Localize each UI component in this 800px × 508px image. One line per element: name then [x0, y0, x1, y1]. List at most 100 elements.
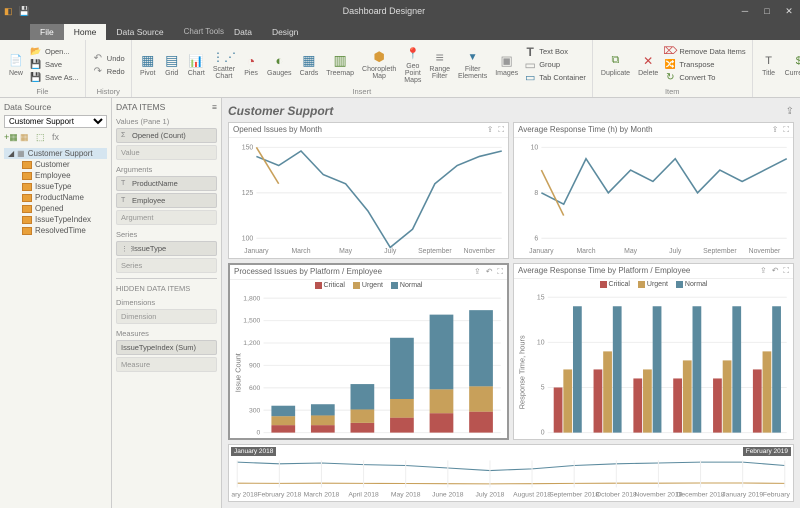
widget-maximize-icon[interactable]: ⛶ [783, 125, 789, 135]
delete-button[interactable]: Delete [636, 51, 660, 79]
insert-pivot-button[interactable]: Pivot [138, 51, 158, 79]
insert-images-button[interactable]: Images [493, 51, 520, 79]
range-end-badge[interactable]: February 2019 [743, 447, 791, 456]
measure-pill-label: IssueTypeIndex (Sum) [121, 343, 196, 352]
measure-placeholder-pill[interactable]: Measure [116, 357, 217, 372]
svg-text:Response Time, hours: Response Time, hours [517, 335, 526, 409]
widget-processed-issues[interactable]: Processed Issues by Platform / Employee⇪… [228, 263, 509, 441]
insert-tabcontainer-button[interactable]: Tab Container [524, 72, 586, 84]
value-placeholder-pill[interactable]: Value [116, 145, 217, 160]
undo-button[interactable]: Undo [92, 52, 125, 64]
tree-field[interactable]: Employee [4, 170, 107, 181]
argument-placeholder-pill[interactable]: Argument [116, 210, 217, 225]
tree-field[interactable]: ResolvedTime [4, 225, 107, 236]
saveas-button[interactable]: Save As... [30, 72, 79, 84]
qat-save-icon[interactable]: 💾 [19, 6, 30, 17]
tab-datasource[interactable]: Data Source [106, 24, 173, 40]
insert-range-button[interactable]: Range Filter [427, 47, 452, 82]
value-pill[interactable]: ΣOpened (Count) [116, 128, 217, 143]
tree-root[interactable]: ◢▦Customer Support [4, 148, 107, 159]
dataitems-menu-icon[interactable]: ≡ [212, 102, 217, 112]
svg-text:900: 900 [249, 362, 261, 369]
widget-export-icon[interactable]: ⇪ [474, 267, 481, 277]
widget-export-icon[interactable]: ⇪ [760, 266, 767, 276]
remove-label: Remove Data Items [679, 47, 745, 56]
widget-maximize-icon[interactable]: ⛶ [498, 125, 504, 135]
main-area: Data Source Customer Support +▦ ▦ ⬚ fx ◢… [0, 98, 800, 508]
svg-text:May 2018: May 2018 [391, 492, 421, 499]
ds-calc-icon[interactable]: fx [52, 132, 64, 144]
currency-button[interactable]: Currency [783, 51, 800, 79]
field-label: IssueTypeIndex [35, 215, 91, 224]
ribbon-group-file-label: File [6, 87, 79, 97]
insert-choropleth-button[interactable]: Choropleth Map [360, 47, 398, 82]
tree-field[interactable]: IssueTypeIndex [4, 214, 107, 225]
delete-label: Delete [638, 70, 658, 77]
save-button[interactable]: Save [30, 59, 79, 71]
argument-pill-1[interactable]: TProductName [116, 176, 217, 191]
insert-scatter-button[interactable]: Scatter Chart [211, 47, 237, 82]
widget-maximize-icon[interactable]: ⛶ [497, 267, 503, 277]
series-pill[interactable]: ⋮⋮IssueType [116, 241, 217, 256]
widget-avg-response-month[interactable]: Average Response Time (h) by Month⇪⛶ 681… [513, 122, 794, 259]
text-icon [524, 46, 536, 58]
open-button[interactable]: Open... [30, 46, 79, 58]
widget-export-icon[interactable]: ⇪ [487, 125, 494, 135]
saveas-label: Save As... [45, 73, 79, 82]
dimension-placeholder-pill[interactable]: Dimension [116, 309, 217, 324]
widget-range-filter[interactable]: January 2018 February 2019 January 2018F… [228, 444, 794, 502]
widget-drill-icon[interactable]: ↶ [772, 266, 779, 276]
insert-text-button[interactable]: Text Box [524, 46, 586, 58]
insert-cards-button[interactable]: Cards [298, 51, 321, 79]
redo-icon [92, 65, 104, 77]
tab-file[interactable]: File [30, 24, 64, 40]
ds-add-icon[interactable]: +▦ [4, 132, 16, 144]
insert-group-button[interactable]: Group [524, 59, 586, 71]
new-button[interactable]: New [6, 51, 26, 79]
range-start-badge[interactable]: January 2018 [231, 447, 276, 456]
tree-field[interactable]: ProductName [4, 192, 107, 203]
ds-grid-icon[interactable]: ▦ [20, 132, 32, 144]
tab-data[interactable]: Data [224, 24, 262, 40]
insert-pies-button[interactable]: Pies [241, 51, 261, 79]
insert-chart-button[interactable]: Chart [186, 51, 207, 79]
insert-geopoint-button[interactable]: Geo Point Maps [402, 44, 423, 86]
widget-avg-response-platform[interactable]: Average Response Time by Platform / Empl… [513, 263, 794, 441]
widget-drill-icon[interactable]: ↶ [486, 267, 493, 277]
remove-dataitems-button[interactable]: Remove Data Items [664, 46, 745, 58]
widget-opened-issues[interactable]: Opened Issues by Month⇪⛶ 100125150Januar… [228, 122, 509, 259]
svg-text:June 2018: June 2018 [432, 492, 464, 499]
argument-pill-2[interactable]: TEmployee [116, 193, 217, 208]
convert-button[interactable]: Convert To [664, 72, 745, 84]
tree-field[interactable]: Customer [4, 159, 107, 170]
duplicate-button[interactable]: Duplicate [599, 51, 632, 79]
export-icon[interactable]: ⇪ [786, 106, 794, 117]
widget-maximize-icon[interactable]: ⛶ [783, 266, 789, 276]
insert-gauges-button[interactable]: Gauges [265, 51, 294, 79]
ds-pick-icon[interactable]: ⬚ [36, 132, 48, 144]
datasource-toolbar: +▦ ▦ ⬚ fx [4, 132, 107, 144]
datasource-select[interactable]: Customer Support [4, 115, 107, 128]
tabcontainer-label: Tab Container [539, 73, 586, 82]
measure-pill[interactable]: IssueTypeIndex (Sum) [116, 340, 217, 355]
title-button[interactable]: Title [759, 51, 779, 79]
insert-grid-button[interactable]: Grid [162, 51, 182, 79]
open-icon [30, 46, 42, 58]
ribbon-tabstrip: File Home Data Source Chart Tools Data D… [0, 22, 800, 40]
duplicate-icon [607, 53, 623, 69]
tree-field[interactable]: IssueType [4, 181, 107, 192]
transpose-button[interactable]: Transpose [664, 59, 745, 71]
tree-field[interactable]: Opened [4, 203, 107, 214]
legend-normal-swatch [391, 282, 398, 289]
insert-filter-button[interactable]: Filter Elements [456, 47, 489, 82]
maximize-button[interactable]: □ [760, 6, 774, 17]
open-label: Open... [45, 47, 70, 56]
minimize-button[interactable]: ─ [738, 6, 752, 17]
close-button[interactable]: ✕ [782, 6, 796, 17]
insert-treemap-button[interactable]: Treemap [324, 51, 356, 79]
tab-design[interactable]: Design [262, 24, 308, 40]
series-placeholder-pill[interactable]: Series [116, 258, 217, 273]
widget-export-icon[interactable]: ⇪ [772, 125, 779, 135]
tab-home[interactable]: Home [64, 24, 107, 40]
redo-button[interactable]: Redo [92, 65, 125, 77]
